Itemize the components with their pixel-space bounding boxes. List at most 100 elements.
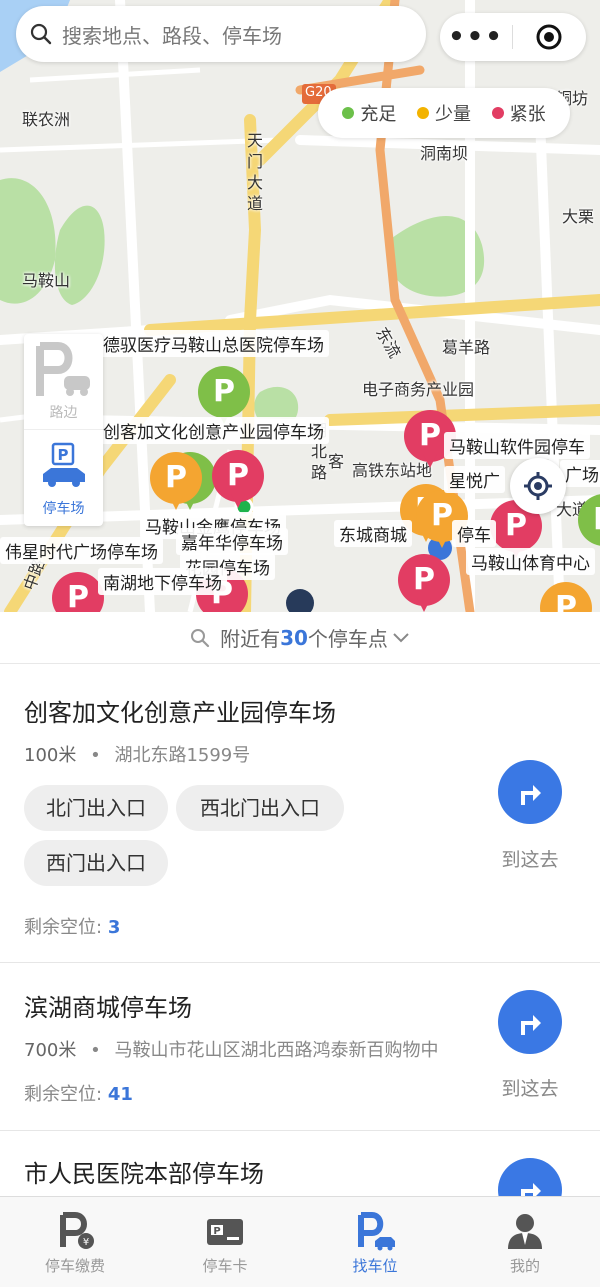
meta-separator: • xyxy=(90,1040,101,1061)
parking-name-label[interactable]: 马鞍山体育中心 xyxy=(466,548,595,575)
lot-label: 停车场 xyxy=(42,501,85,517)
legend-dot-yellow xyxy=(416,107,429,119)
turn-arrow-icon xyxy=(521,1015,541,1035)
parking-pin-red[interactable]: P xyxy=(52,572,104,612)
legend-item-few: 少量 xyxy=(416,100,471,126)
nearby-count-toggle[interactable]: 附近有 30 个停车点 xyxy=(0,612,600,664)
legend-item-ample: 充足 xyxy=(342,100,396,126)
parking-name-label[interactable]: 嘉年华停车场 xyxy=(176,528,288,555)
tab-label: 停车卡 xyxy=(202,1257,248,1275)
tab-label: 停车缴费 xyxy=(44,1257,105,1275)
roadside-toggle-button[interactable]: 路边 xyxy=(24,334,103,430)
roadside-parking-icon xyxy=(36,342,90,396)
parking-name: 创客加文化创意产业园停车场 xyxy=(24,699,336,727)
parking-name-label[interactable]: 南湖地下停车场 xyxy=(98,568,227,595)
parking-name: 市人民医院本部停车场 xyxy=(24,1160,264,1188)
place-label: 联农洲 xyxy=(22,110,71,129)
parking-meta: 700米 • 马鞍山市花山区湖北西路鸿泰新百购物中 xyxy=(24,1036,484,1062)
parking-pin-red[interactable]: P xyxy=(212,450,264,510)
parking-distance: 100米 xyxy=(24,745,77,766)
parking-name: 滨湖商城停车场 xyxy=(24,994,192,1022)
availability-legend: 充足 少量 紧张 xyxy=(318,88,570,138)
parking-name-label[interactable]: 星悦广 xyxy=(444,466,505,493)
lot-toggle-button[interactable]: P 停车场 xyxy=(24,430,103,526)
legend-dot-green xyxy=(342,107,355,119)
turn-arrow-icon xyxy=(521,785,541,805)
entrance-chip[interactable]: 西门出入口 xyxy=(24,840,168,886)
entrance-chip[interactable]: 西北门出入口 xyxy=(176,785,344,831)
target-close-icon xyxy=(536,24,562,50)
parking-list-item[interactable]: 市人民医院本部停车场 xyxy=(0,1132,600,1196)
place-label: 电子商务产业园 xyxy=(362,380,475,399)
locate-me-button[interactable] xyxy=(510,458,566,514)
parking-name-label[interactable]: 德驭医疗马鞍山总医院停车场 xyxy=(98,330,329,357)
nearby-prefix: 附近有 xyxy=(220,627,281,651)
parking-type-toggle: 路边 P 停车场 xyxy=(24,334,103,526)
parking-pay-icon: ¥ xyxy=(60,1212,94,1249)
legend-item-tight: 紧张 xyxy=(491,100,546,126)
search-icon xyxy=(191,628,210,647)
remaining-count: 41 xyxy=(107,1084,133,1105)
navigate-label[interactable]: 到这去 xyxy=(490,845,570,872)
search-icon xyxy=(30,23,52,45)
find-parking-icon xyxy=(358,1212,395,1251)
parking-distance: 700米 xyxy=(24,1040,77,1061)
parking-address: 马鞍山市花山区湖北西路鸿泰新百购物中 xyxy=(114,1040,439,1061)
parking-lot-icon: P xyxy=(43,442,85,487)
parking-name-label[interactable]: 停车 xyxy=(452,520,496,547)
bottom-tab-bar: ¥ 停车缴费 P 停车卡 找车位 我的 xyxy=(0,1196,600,1287)
parking-name-label[interactable]: 马鞍山软件园停车 xyxy=(444,432,590,459)
search-placeholder: 搜索地点、路段、停车场 xyxy=(62,23,282,48)
user-icon xyxy=(508,1214,542,1249)
crosshair-icon xyxy=(524,472,552,500)
tab-label: 找车位 xyxy=(352,1257,398,1275)
parking-list-item[interactable]: 创客加文化创意产业园停车场 100米 • 湖北东路1599号 北门出入口 西北门… xyxy=(0,665,600,963)
parking-pin-green[interactable]: P xyxy=(578,494,600,554)
close-miniprogram-button[interactable] xyxy=(513,23,585,51)
entrance-chip[interactable]: 北门出入口 xyxy=(24,785,168,831)
road-label-tianmen: 天门大道 xyxy=(246,131,263,213)
svg-text:P: P xyxy=(58,446,69,464)
turn-arrow-icon xyxy=(521,1183,541,1196)
navigate-button[interactable] xyxy=(498,990,562,1054)
parking-address: 湖北东路1599号 xyxy=(114,745,251,766)
parking-pin-orange[interactable]: P xyxy=(540,582,592,612)
miniprogram-capsule: ••• xyxy=(440,13,586,61)
navigate-button[interactable] xyxy=(498,1158,562,1196)
parking-name-label[interactable]: 广场 xyxy=(560,460,600,487)
place-label: 客 xyxy=(328,452,345,471)
tab-parking-card[interactable]: P 停车卡 xyxy=(150,1197,300,1287)
parking-pin-orange[interactable]: P xyxy=(150,452,202,512)
roadside-label: 路边 xyxy=(49,405,78,421)
parking-pin-red[interactable]: P xyxy=(398,554,450,612)
parking-name-label[interactable]: 伟星时代广场停车场 xyxy=(0,537,163,564)
nearby-count: 30 xyxy=(280,625,308,650)
tab-mine[interactable]: 我的 xyxy=(450,1197,600,1287)
place-label: 马鞍山 xyxy=(22,271,71,290)
search-input[interactable]: 搜索地点、路段、停车场 xyxy=(16,6,426,62)
map-view[interactable]: G20 联农洲 马鞍山 洞南坝 葛羊路 大栗 铜坊 电子商务产业园 高铁东站地 … xyxy=(0,0,600,612)
more-button[interactable]: ••• xyxy=(440,17,512,57)
parking-name-label[interactable]: 东城商城 xyxy=(334,520,412,547)
tab-label: 我的 xyxy=(509,1257,540,1275)
remaining-count: 3 xyxy=(107,917,121,938)
remaining-spots: 剩余空位: 41 xyxy=(24,1084,133,1105)
parking-card-icon: P xyxy=(207,1219,243,1245)
tab-find-parking[interactable]: 找车位 xyxy=(300,1197,450,1287)
tab-parking-pay[interactable]: ¥ 停车缴费 xyxy=(0,1197,150,1287)
svg-text:P: P xyxy=(213,1226,220,1237)
remaining-spots: 剩余空位: 3 xyxy=(24,917,121,938)
navigate-label[interactable]: 到这去 xyxy=(490,1074,570,1101)
place-label: 大栗 xyxy=(562,207,595,226)
chevron-down-icon xyxy=(393,632,409,642)
meta-separator: • xyxy=(90,745,101,766)
legend-dot-red xyxy=(491,107,504,119)
svg-text:¥: ¥ xyxy=(83,1237,89,1248)
place-label: 洞南坝 xyxy=(420,144,469,163)
nearby-suffix: 个停车点 xyxy=(307,627,388,651)
app-root: G20 联农洲 马鞍山 洞南坝 葛羊路 大栗 铜坊 电子商务产业园 高铁东站地 … xyxy=(0,0,600,1287)
parking-list-item[interactable]: 滨湖商城停车场 700米 • 马鞍山市花山区湖北西路鸿泰新百购物中 剩余空位: … xyxy=(0,964,600,1131)
place-label: 葛羊路 xyxy=(442,338,491,357)
parking-name-label[interactable]: 创客加文化创意产业园停车场 xyxy=(98,417,329,444)
navigate-button[interactable] xyxy=(498,760,562,824)
